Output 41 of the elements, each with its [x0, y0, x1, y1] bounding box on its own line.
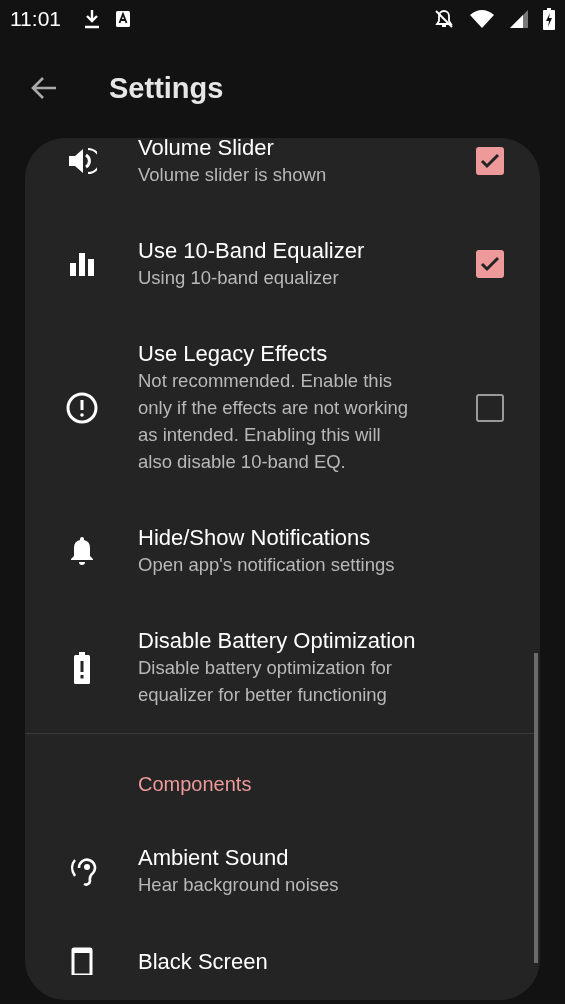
item-title: Disable Battery Optimization	[138, 627, 417, 654]
item-title: Volume Slider	[138, 138, 275, 161]
settings-item[interactable]: Black Screen	[25, 923, 540, 1000]
settings-item[interactable]: Use Legacy Effects Not recommended. Enable this only if the effects are not working as intended. Enabling this will also disable 10-band EQ.	[25, 316, 540, 500]
bell-icon	[68, 536, 95, 566]
check-icon	[480, 153, 500, 169]
item-summary: Not recommended. Enable this only if the effects are not working as intended. Enabling this will also disable 10-band EQ.	[138, 369, 410, 474]
checkbox[interactable]	[476, 393, 504, 422]
item-summary: Disable battery optimization for equalizer for better functioning	[138, 656, 393, 707]
check-icon	[480, 256, 500, 272]
item-summary: Hear background noises	[138, 873, 340, 897]
settings-item[interactable]: Disable Battery Optimization Disable battery optimization for equalizer for better functioning	[25, 603, 540, 733]
item-title: Ambient Sound	[138, 844, 290, 871]
speaker-icon	[66, 147, 97, 175]
status-time: 11:01	[10, 7, 61, 31]
font-icon	[115, 10, 131, 28]
item-title: Black Screen	[138, 947, 269, 975]
signal-icon	[509, 9, 529, 29]
settings-item[interactable]: Volume Slider Volume slider is shown	[25, 138, 540, 213]
download-icon	[83, 9, 101, 29]
wifi-icon	[469, 9, 495, 29]
settings-item[interactable]: Hide/Show Notifications Open app's notification settings	[25, 500, 540, 603]
battery-charging-icon	[543, 8, 555, 30]
screen-title: Settings	[109, 71, 224, 105]
bar-chart-icon	[68, 251, 95, 277]
screen-icon	[70, 947, 93, 975]
settings-item[interactable]: Use 10-Band Equalizer Using 10-band equalizer	[25, 213, 540, 316]
checkbox[interactable]	[476, 250, 504, 278]
item-summary: Using 10-band equalizer	[138, 266, 340, 290]
checkbox[interactable]	[476, 147, 504, 175]
alert-icon	[65, 391, 98, 424]
muted-bell-icon	[433, 8, 455, 30]
item-title: Hide/Show Notifications	[138, 524, 372, 551]
item-title: Use 10-Band Equalizer	[138, 237, 366, 264]
item-title: Use Legacy Effects	[138, 340, 329, 367]
item-summary: Open app's notification settings	[138, 553, 396, 577]
section-header: Components	[137, 772, 253, 797]
battery-alert-icon	[73, 651, 90, 684]
settings-item[interactable]: Ambient Sound Hear background noises	[25, 820, 540, 923]
back-arrow-icon	[30, 76, 58, 100]
item-summary: Volume slider is shown	[138, 163, 328, 187]
